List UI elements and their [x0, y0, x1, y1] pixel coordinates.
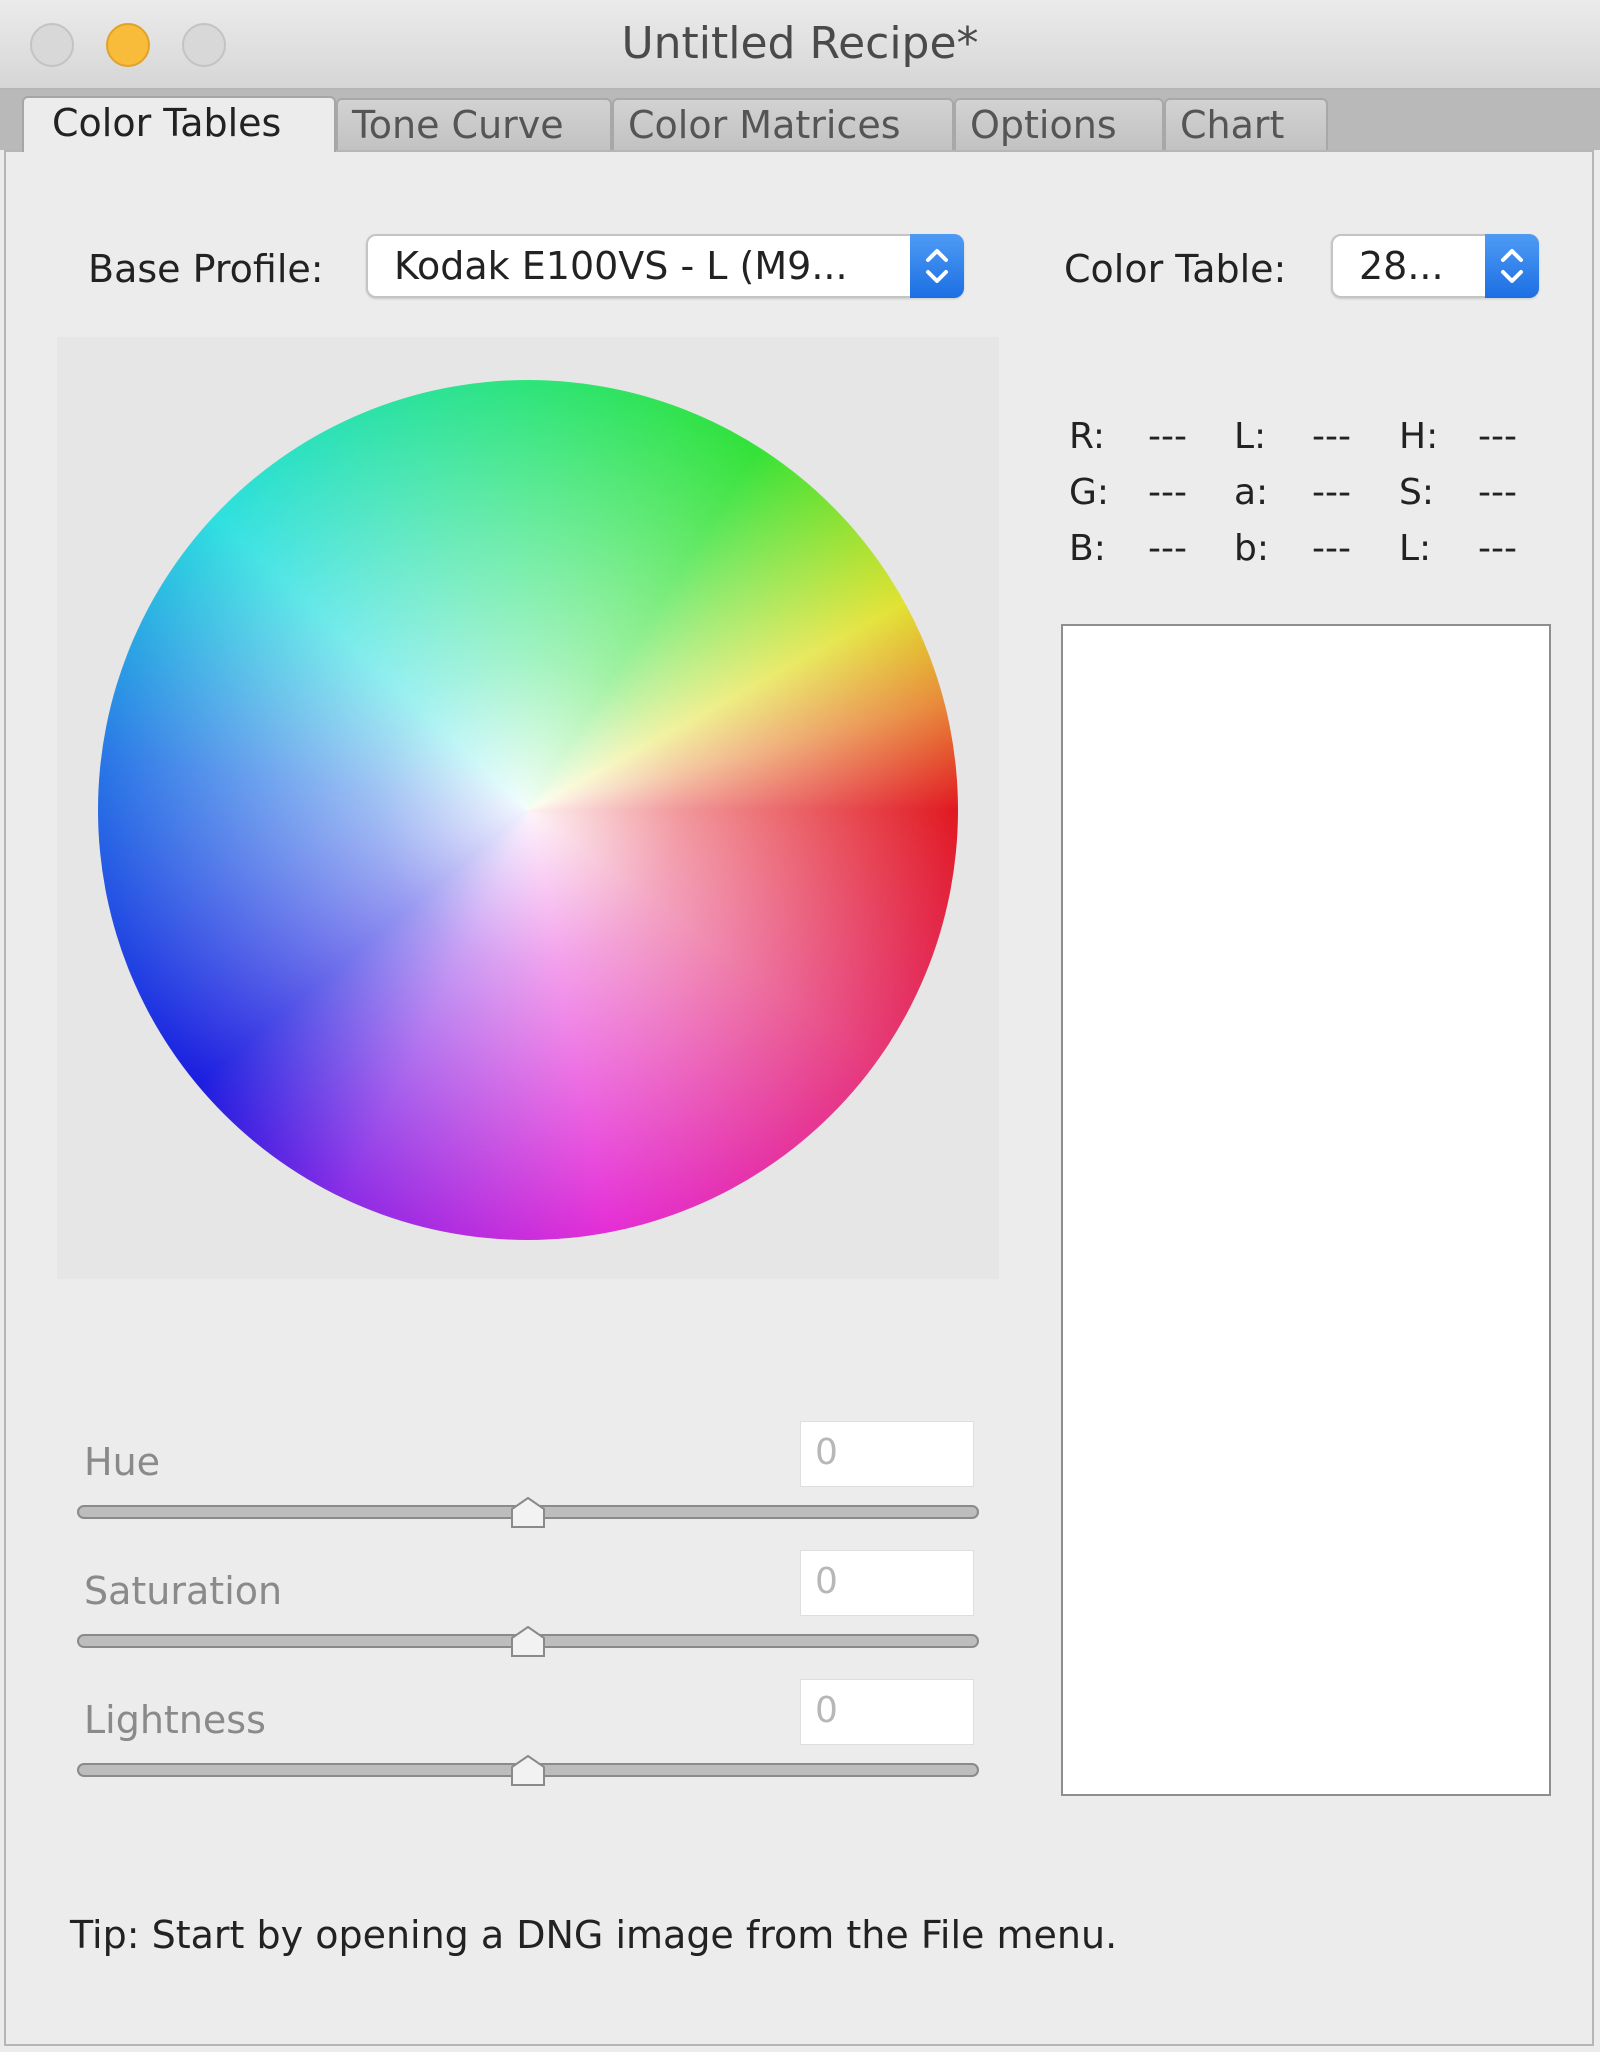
tab-label: Color Tables [52, 101, 282, 145]
tab-label: Options [970, 103, 1117, 147]
title-bar[interactable]: Untitled Recipe* [0, 0, 1600, 90]
tab-label: Chart [1180, 103, 1285, 147]
b-value: --- [1148, 528, 1187, 569]
tab-options[interactable]: Options [954, 98, 1164, 150]
lightness-label: Lightness [84, 1698, 266, 1742]
color-table-label: Color Table: [1064, 247, 1287, 291]
hue-value-field[interactable]: 0 [800, 1421, 974, 1487]
g-label: G: [1069, 472, 1110, 513]
tab-color-tables[interactable]: Color Tables [22, 96, 336, 152]
r-value: --- [1148, 416, 1187, 457]
tab-label: Tone Curve [352, 103, 564, 147]
s-label: S: [1399, 472, 1434, 513]
color-table-popup[interactable]: 28... [1331, 234, 1539, 298]
a-label: a: [1234, 472, 1269, 513]
tab-chart[interactable]: Chart [1164, 98, 1328, 150]
hue-slider-thumb[interactable] [508, 1495, 548, 1531]
h-value: --- [1478, 416, 1517, 457]
a-value: --- [1312, 472, 1351, 513]
b-label: B: [1069, 528, 1106, 569]
h-label: H: [1399, 416, 1439, 457]
r-label: R: [1069, 416, 1106, 457]
g-value: --- [1148, 472, 1187, 513]
base-profile-label: Base Profile: [88, 247, 324, 291]
saturation-slider-thumb[interactable] [508, 1624, 548, 1660]
s-value: --- [1478, 472, 1517, 513]
hue-label: Hue [84, 1440, 161, 1484]
window-title: Untitled Recipe* [621, 18, 979, 69]
color-wheel[interactable] [98, 380, 958, 1240]
lab-b-label: b: [1234, 528, 1269, 569]
color-table-list[interactable] [1061, 624, 1551, 1796]
hsl-l-label: L: [1399, 528, 1432, 569]
base-profile-popup[interactable]: Kodak E100VS - L (M9... [366, 234, 964, 298]
up-down-chevron-icon [910, 234, 964, 298]
saturation-value-field[interactable]: 0 [800, 1550, 974, 1616]
l-value: --- [1312, 416, 1351, 457]
tab-tone-curve[interactable]: Tone Curve [336, 98, 612, 150]
saturation-label: Saturation [84, 1569, 283, 1613]
up-down-chevron-icon [1485, 234, 1539, 298]
lightness-value-field[interactable]: 0 [800, 1679, 974, 1745]
tab-label: Color Matrices [628, 103, 901, 147]
app-window: Untitled Recipe* Color Tables Tone Curve… [0, 0, 1600, 2052]
color-table-value: 28... [1359, 244, 1444, 288]
l-label: L: [1234, 416, 1267, 457]
hsl-l-value: --- [1478, 528, 1517, 569]
base-profile-value: Kodak E100VS - L (M9... [394, 244, 848, 288]
lab-b-value: --- [1312, 528, 1351, 569]
lightness-slider-thumb[interactable] [508, 1753, 548, 1789]
tab-color-matrices[interactable]: Color Matrices [612, 98, 954, 150]
tip-text: Tip: Start by opening a DNG image from t… [70, 1913, 1118, 1957]
